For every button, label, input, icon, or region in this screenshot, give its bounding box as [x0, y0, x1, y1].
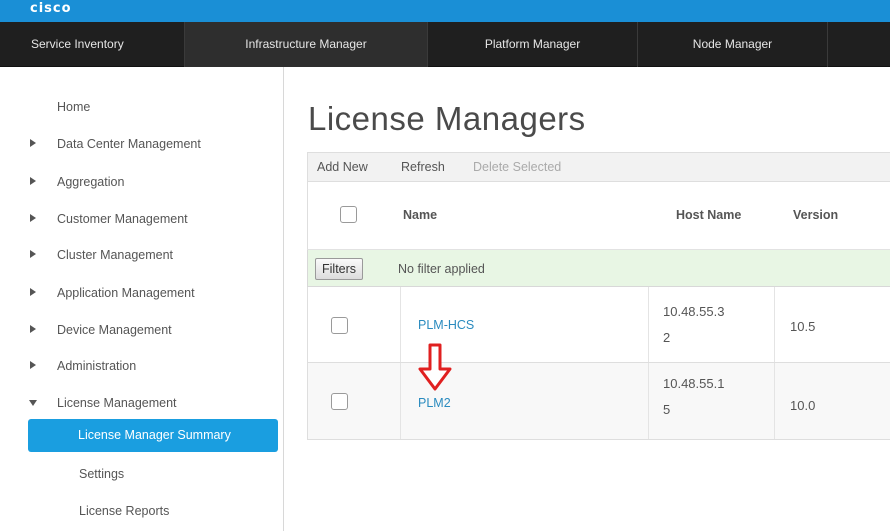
table-toolbar: Add New Refresh Delete Selected [307, 152, 890, 182]
sidebar-item-cluster-management[interactable]: Cluster Management [0, 241, 280, 271]
cell-divider [774, 363, 775, 439]
sidebar-item-label: Settings [79, 467, 125, 481]
version-cell: 10.5 [790, 319, 816, 334]
cisco-logo: cisco [30, 1, 72, 16]
sidebar-item-device-management[interactable]: Device Management [0, 316, 280, 346]
filter-status: No filter applied [398, 262, 485, 276]
sidebar-item-application-management[interactable]: Application Management [0, 279, 280, 309]
sidebar-item-label: Device Management [57, 323, 172, 337]
column-header-name[interactable]: Name [403, 208, 437, 222]
top-banner: cisco [0, 0, 890, 22]
sidebar-item-label: Cluster Management [57, 248, 174, 262]
sidebar-item-license-reports[interactable]: License Reports [0, 497, 280, 527]
sidebar-item-label: License Reports [79, 504, 170, 518]
column-header-version[interactable]: Version [793, 208, 838, 222]
sidebar-item-administration[interactable]: Administration [0, 352, 280, 382]
main-nav: Service Inventory Infrastructure Manager… [0, 22, 890, 67]
sidebar-item-license-management[interactable]: License Management [0, 389, 280, 419]
sidebar-item-license-manager-summary[interactable]: License Manager Summary [28, 419, 278, 452]
host-name-line: 2 [663, 330, 671, 345]
sidebar-item-label: License Manager Summary [78, 428, 231, 442]
host-name-cell: 10.48.55.1 5 [663, 371, 725, 423]
filters-button[interactable]: Filters [315, 258, 364, 280]
host-name-line: 10.48.55.1 [663, 376, 725, 391]
expand-arrow-icon [30, 139, 36, 147]
column-header-host-name[interactable]: Host Name [676, 208, 741, 222]
sidebar-item-label: Administration [57, 359, 137, 373]
add-new-button[interactable]: Add New [317, 160, 368, 174]
cell-divider [400, 363, 401, 439]
collapse-arrow-icon [29, 400, 37, 406]
sidebar: Home Data Center Management Aggregation … [0, 67, 284, 531]
tab-node-manager[interactable]: Node Manager [638, 22, 828, 67]
cell-divider [648, 363, 649, 439]
sidebar-item-data-center-management[interactable]: Data Center Management [0, 130, 280, 160]
cell-divider [648, 287, 649, 362]
table-row[interactable]: PLM-HCS 10.48.55.3 2 10.5 [307, 287, 890, 363]
page-title: License Managers [308, 100, 586, 137]
delete-selected-button[interactable]: Delete Selected [473, 160, 561, 174]
license-manager-link[interactable]: PLM-HCS [418, 318, 474, 332]
sidebar-item-home[interactable]: Home [0, 93, 280, 123]
expand-arrow-icon [30, 214, 36, 222]
license-manager-link[interactable]: PLM2 [418, 396, 451, 410]
expand-arrow-icon [30, 325, 36, 333]
host-name-line: 10.48.55.3 [663, 304, 725, 319]
expand-arrow-icon [30, 250, 36, 258]
sidebar-item-label: Data Center Management [57, 137, 201, 151]
refresh-button[interactable]: Refresh [401, 160, 445, 174]
expand-arrow-icon [30, 361, 36, 369]
cell-divider [400, 287, 401, 362]
table-header-row: Name Host Name Version [307, 182, 890, 250]
tab-platform-manager[interactable]: Platform Manager [428, 22, 638, 67]
sidebar-item-label: Customer Management [57, 212, 188, 226]
cell-divider [774, 287, 775, 362]
tab-infrastructure-manager[interactable]: Infrastructure Manager [185, 22, 428, 67]
host-name-cell: 10.48.55.3 2 [663, 299, 725, 351]
host-name-line: 5 [663, 402, 671, 417]
sidebar-item-aggregation[interactable]: Aggregation [0, 168, 280, 198]
table-row[interactable]: PLM2 10.48.55.1 5 10.0 [307, 363, 890, 440]
sidebar-item-settings[interactable]: Settings [0, 460, 280, 490]
select-all-checkbox[interactable] [340, 206, 357, 223]
annotation-arrow-icon [418, 343, 452, 391]
tab-service-inventory[interactable]: Service Inventory [0, 22, 185, 67]
sidebar-item-label: Aggregation [57, 175, 125, 189]
row-checkbox[interactable] [331, 393, 348, 410]
sidebar-item-label: Application Management [57, 286, 195, 300]
expand-arrow-icon [30, 288, 36, 296]
row-checkbox[interactable] [331, 317, 348, 334]
expand-arrow-icon [30, 177, 36, 185]
sidebar-item-label: License Management [57, 396, 177, 410]
version-cell: 10.0 [790, 398, 816, 413]
sidebar-item-label: Home [57, 100, 91, 114]
sidebar-item-customer-management[interactable]: Customer Management [0, 205, 280, 235]
filter-row: Filters No filter applied [307, 250, 890, 287]
